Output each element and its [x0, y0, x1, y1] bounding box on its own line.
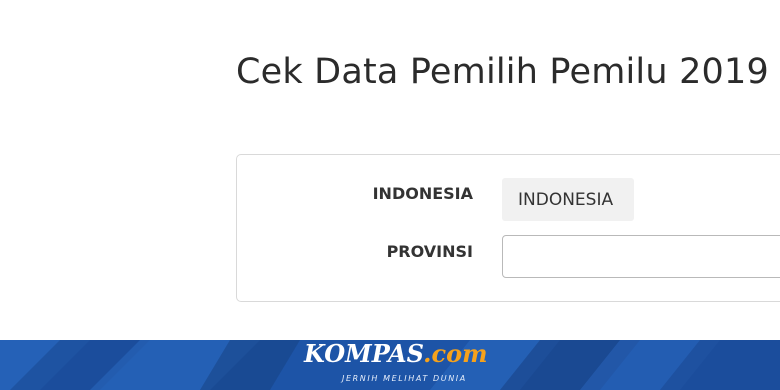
brand-suffix: .com — [423, 339, 488, 368]
voter-check-form — [236, 154, 780, 302]
province-select[interactable] — [502, 235, 780, 278]
country-value-field: INDONESIA — [502, 178, 634, 221]
country-label: INDONESIA — [372, 184, 473, 203]
page-title: Cek Data Pemilih Pemilu 2019 — [236, 52, 769, 92]
page: Cek Data Pemilih Pemilu 2019 INDONESIA I… — [0, 0, 780, 390]
brand-tagline: JERNIH MELIHAT DUNIA — [342, 374, 467, 383]
brand-name: KOMPAS — [304, 339, 424, 368]
kompas-logo: KOMPAS.com — [304, 339, 487, 368]
province-label: PROVINSI — [386, 242, 473, 261]
